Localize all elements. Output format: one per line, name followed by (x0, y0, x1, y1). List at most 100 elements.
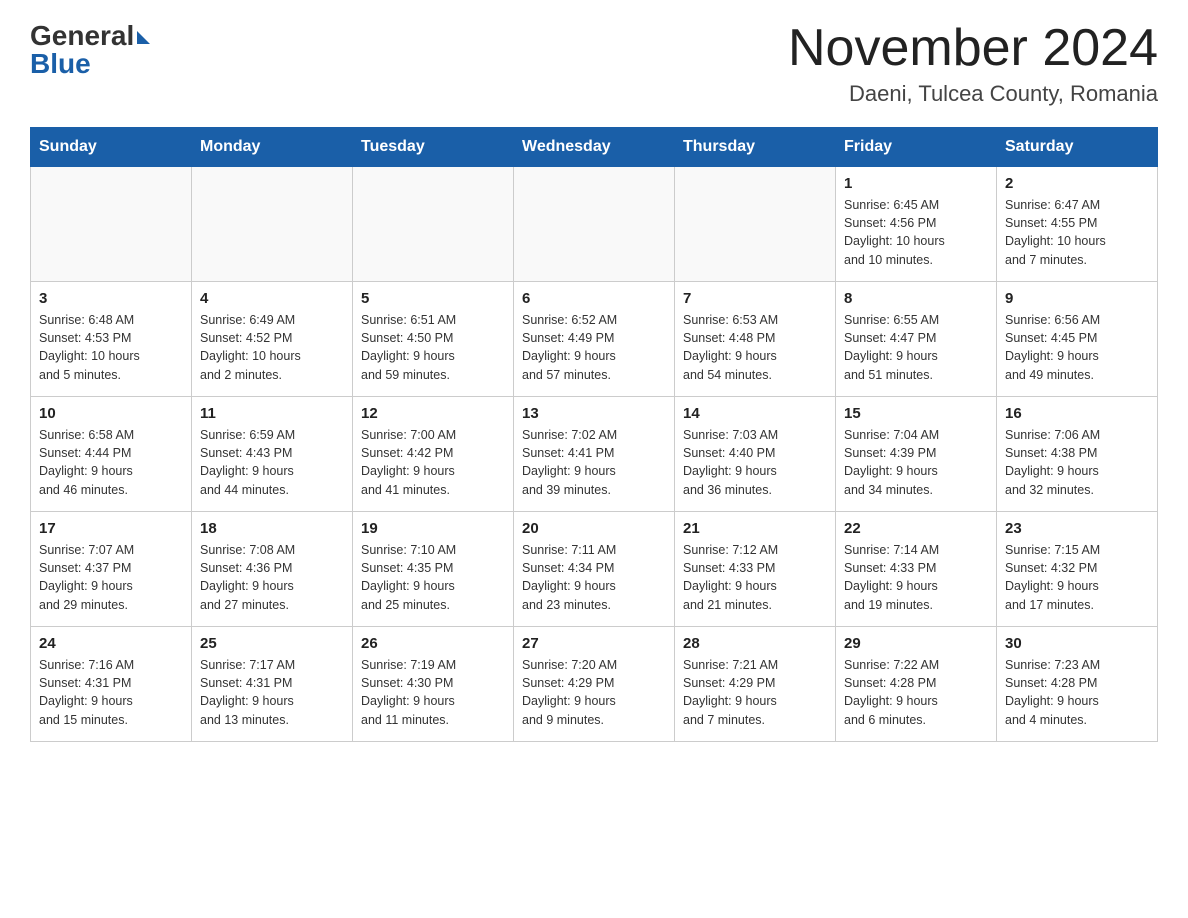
calendar-cell: 24 Sunrise: 7:16 AMSunset: 4:31 PMDayligh… (31, 627, 192, 742)
day-info: Sunrise: 6:59 AMSunset: 4:43 PMDaylight:… (200, 426, 344, 499)
calendar-cell: 19Sunrise: 7:10 AMSunset: 4:35 PMDayligh… (353, 512, 514, 627)
day-number: 18 (200, 520, 344, 537)
logo-blue-text: Blue (30, 48, 91, 80)
weekday-header-friday: Friday (836, 128, 997, 167)
calendar-cell: 23 Sunrise: 7:15 AMSunset: 4:32 PMDayligh… (997, 512, 1158, 627)
day-info: Sunrise: 7:17 AMSunset: 4:31 PMDaylight:… (200, 656, 344, 729)
day-number: 12 (361, 405, 505, 422)
calendar-cell (675, 167, 836, 282)
header: General Blue November 2024 Daeni, Tulcea… (30, 20, 1158, 107)
calendar-table: SundayMondayTuesdayWednesdayThursdayFrid… (30, 127, 1158, 742)
calendar-cell: 1 Sunrise: 6:45 AMSunset: 4:56 PMDaylight… (836, 167, 997, 282)
day-info: Sunrise: 7:10 AMSunset: 4:35 PMDaylight:… (361, 541, 505, 614)
calendar-cell: 27 Sunrise: 7:20 AMSunset: 4:29 PMDayligh… (514, 627, 675, 742)
week-row-2: 3Sunrise: 6:48 AMSunset: 4:53 PMDaylight… (31, 282, 1158, 397)
calendar-cell: 25 Sunrise: 7:17 AMSunset: 4:31 PMDayligh… (192, 627, 353, 742)
day-number: 28 (683, 635, 827, 652)
day-number: 4 (200, 290, 344, 307)
day-number: 25 (200, 635, 344, 652)
weekday-header-wednesday: Wednesday (514, 128, 675, 167)
day-info: Sunrise: 6:49 AMSunset: 4:52 PMDaylight:… (200, 311, 344, 384)
location-subtitle: Daeni, Tulcea County, Romania (788, 81, 1158, 107)
day-info: Sunrise: 7:00 AMSunset: 4:42 PMDaylight:… (361, 426, 505, 499)
day-number: 9 (1005, 290, 1149, 307)
logo-arrow-icon (137, 31, 150, 44)
month-title: November 2024 (788, 20, 1158, 77)
title-area: November 2024 Daeni, Tulcea County, Roma… (788, 20, 1158, 107)
calendar-cell (192, 167, 353, 282)
day-number: 8 (844, 290, 988, 307)
calendar-cell: 18 Sunrise: 7:08 AMSunset: 4:36 PMDayligh… (192, 512, 353, 627)
calendar-cell: 2 Sunrise: 6:47 AMSunset: 4:55 PMDaylight… (997, 167, 1158, 282)
day-info: Sunrise: 7:15 AMSunset: 4:32 PMDaylight:… (1005, 541, 1149, 614)
calendar-cell: 22Sunrise: 7:14 AMSunset: 4:33 PMDayligh… (836, 512, 997, 627)
calendar-cell: 28 Sunrise: 7:21 AMSunset: 4:29 PMDayligh… (675, 627, 836, 742)
day-info: Sunrise: 7:22 AMSunset: 4:28 PMDaylight:… (844, 656, 988, 729)
calendar-cell: 5 Sunrise: 6:51 AMSunset: 4:50 PMDaylight… (353, 282, 514, 397)
calendar-cell: 10 Sunrise: 6:58 AMSunset: 4:44 PMDayligh… (31, 397, 192, 512)
day-info: Sunrise: 6:47 AMSunset: 4:55 PMDaylight:… (1005, 196, 1149, 269)
logo-area: General Blue (30, 20, 150, 80)
calendar-cell: 13 Sunrise: 7:02 AMSunset: 4:41 PMDayligh… (514, 397, 675, 512)
day-number: 2 (1005, 175, 1149, 192)
calendar-cell (514, 167, 675, 282)
calendar-cell (31, 167, 192, 282)
week-row-3: 10 Sunrise: 6:58 AMSunset: 4:44 PMDayligh… (31, 397, 1158, 512)
day-info: Sunrise: 7:06 AMSunset: 4:38 PMDaylight:… (1005, 426, 1149, 499)
day-number: 17 (39, 520, 183, 537)
week-row-1: 1 Sunrise: 6:45 AMSunset: 4:56 PMDaylight… (31, 167, 1158, 282)
calendar-cell: 9 Sunrise: 6:56 AMSunset: 4:45 PMDaylight… (997, 282, 1158, 397)
weekday-header-thursday: Thursday (675, 128, 836, 167)
day-number: 11 (200, 405, 344, 422)
day-info: Sunrise: 7:04 AMSunset: 4:39 PMDaylight:… (844, 426, 988, 499)
day-info: Sunrise: 6:52 AMSunset: 4:49 PMDaylight:… (522, 311, 666, 384)
calendar-cell: 12 Sunrise: 7:00 AMSunset: 4:42 PMDayligh… (353, 397, 514, 512)
calendar-cell: 14Sunrise: 7:03 AMSunset: 4:40 PMDayligh… (675, 397, 836, 512)
calendar-cell: 4 Sunrise: 6:49 AMSunset: 4:52 PMDaylight… (192, 282, 353, 397)
day-info: Sunrise: 7:21 AMSunset: 4:29 PMDaylight:… (683, 656, 827, 729)
day-number: 13 (522, 405, 666, 422)
weekday-header-monday: Monday (192, 128, 353, 167)
day-number: 6 (522, 290, 666, 307)
calendar-cell: 3Sunrise: 6:48 AMSunset: 4:53 PMDaylight… (31, 282, 192, 397)
day-number: 27 (522, 635, 666, 652)
calendar-cell: 26 Sunrise: 7:19 AMSunset: 4:30 PMDayligh… (353, 627, 514, 742)
week-row-4: 17Sunrise: 7:07 AMSunset: 4:37 PMDayligh… (31, 512, 1158, 627)
day-info: Sunrise: 6:48 AMSunset: 4:53 PMDaylight:… (39, 311, 183, 384)
day-number: 24 (39, 635, 183, 652)
day-info: Sunrise: 6:45 AMSunset: 4:56 PMDaylight:… (844, 196, 988, 269)
day-number: 10 (39, 405, 183, 422)
calendar-cell: 7Sunrise: 6:53 AMSunset: 4:48 PMDaylight… (675, 282, 836, 397)
day-info: Sunrise: 7:16 AMSunset: 4:31 PMDaylight:… (39, 656, 183, 729)
calendar-cell (353, 167, 514, 282)
day-number: 15 (844, 405, 988, 422)
day-info: Sunrise: 7:12 AMSunset: 4:33 PMDaylight:… (683, 541, 827, 614)
day-number: 30 (1005, 635, 1149, 652)
day-info: Sunrise: 6:53 AMSunset: 4:48 PMDaylight:… (683, 311, 827, 384)
day-number: 14 (683, 405, 827, 422)
day-info: Sunrise: 7:02 AMSunset: 4:41 PMDaylight:… (522, 426, 666, 499)
day-number: 16 (1005, 405, 1149, 422)
day-info: Sunrise: 6:51 AMSunset: 4:50 PMDaylight:… (361, 311, 505, 384)
calendar-cell: 30Sunrise: 7:23 AMSunset: 4:28 PMDayligh… (997, 627, 1158, 742)
week-row-5: 24 Sunrise: 7:16 AMSunset: 4:31 PMDayligh… (31, 627, 1158, 742)
day-info: Sunrise: 7:20 AMSunset: 4:29 PMDaylight:… (522, 656, 666, 729)
calendar-cell: 21Sunrise: 7:12 AMSunset: 4:33 PMDayligh… (675, 512, 836, 627)
calendar-cell: 15 Sunrise: 7:04 AMSunset: 4:39 PMDayligh… (836, 397, 997, 512)
day-number: 5 (361, 290, 505, 307)
calendar-cell: 17Sunrise: 7:07 AMSunset: 4:37 PMDayligh… (31, 512, 192, 627)
weekday-header-sunday: Sunday (31, 128, 192, 167)
day-number: 29 (844, 635, 988, 652)
day-number: 1 (844, 175, 988, 192)
day-number: 22 (844, 520, 988, 537)
calendar-cell: 6 Sunrise: 6:52 AMSunset: 4:49 PMDaylight… (514, 282, 675, 397)
day-info: Sunrise: 6:58 AMSunset: 4:44 PMDaylight:… (39, 426, 183, 499)
day-number: 23 (1005, 520, 1149, 537)
calendar-cell: 20Sunrise: 7:11 AMSunset: 4:34 PMDayligh… (514, 512, 675, 627)
day-number: 20 (522, 520, 666, 537)
day-info: Sunrise: 7:08 AMSunset: 4:36 PMDaylight:… (200, 541, 344, 614)
day-info: Sunrise: 7:19 AMSunset: 4:30 PMDaylight:… (361, 656, 505, 729)
calendar-cell: 8Sunrise: 6:55 AMSunset: 4:47 PMDaylight… (836, 282, 997, 397)
day-number: 26 (361, 635, 505, 652)
day-info: Sunrise: 6:56 AMSunset: 4:45 PMDaylight:… (1005, 311, 1149, 384)
